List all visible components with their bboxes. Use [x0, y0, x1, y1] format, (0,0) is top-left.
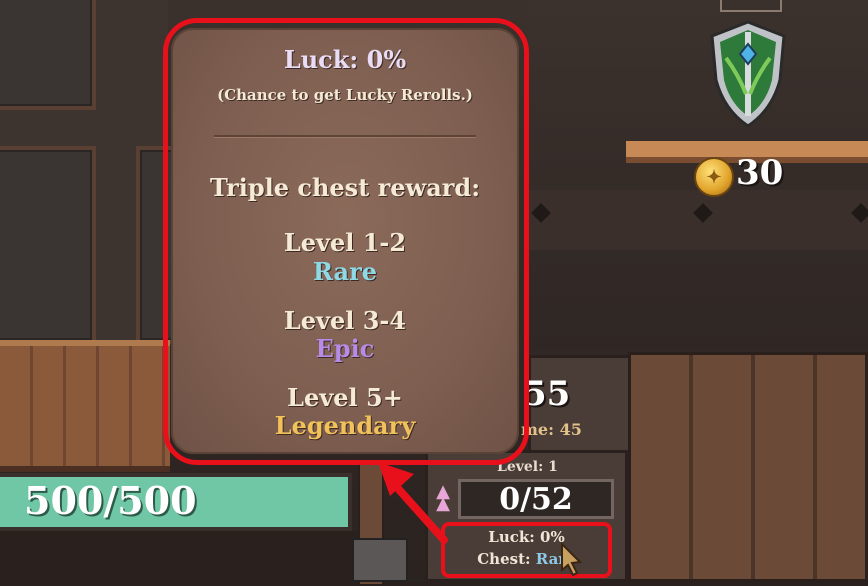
- gold-coin-icon: ✦: [694, 157, 734, 197]
- tier-level: Level 3-4: [283, 306, 407, 335]
- tier-level: Level 5+: [287, 383, 403, 412]
- wooden-crate: [628, 352, 868, 582]
- tooltip-luck-title: Luck: 0%: [283, 45, 407, 74]
- stat-sub-value: me: 45: [521, 420, 582, 439]
- cursor-icon: [561, 542, 583, 576]
- tier-rarity: Rare: [313, 257, 377, 286]
- health-value: 500/500: [24, 478, 197, 523]
- tooltip-luck-subtitle: (Chance to get Lucky Rerolls.): [217, 86, 473, 104]
- tooltip-divider: [214, 135, 476, 137]
- luck-highlight-box: [441, 522, 612, 578]
- tooltip-chest-header: Triple chest reward:: [209, 173, 481, 202]
- tier-rarity: Epic: [315, 334, 375, 363]
- wooden-planks: [0, 340, 170, 472]
- shield-icon[interactable]: [706, 18, 790, 130]
- stat-value: 55: [523, 374, 571, 414]
- tier-level: Level 1-2: [283, 228, 407, 257]
- inventory-slot[interactable]: [0, 146, 96, 344]
- tier-rarity: Legendary: [274, 411, 416, 440]
- hud-floor: [0, 531, 360, 582]
- inventory-slot[interactable]: [0, 0, 96, 110]
- level-tab: [720, 0, 782, 12]
- gold-count: 30: [736, 153, 784, 193]
- wooden-beam: [528, 190, 868, 250]
- pointer-arrow: [378, 462, 448, 544]
- xp-counter: 0/52: [458, 479, 614, 519]
